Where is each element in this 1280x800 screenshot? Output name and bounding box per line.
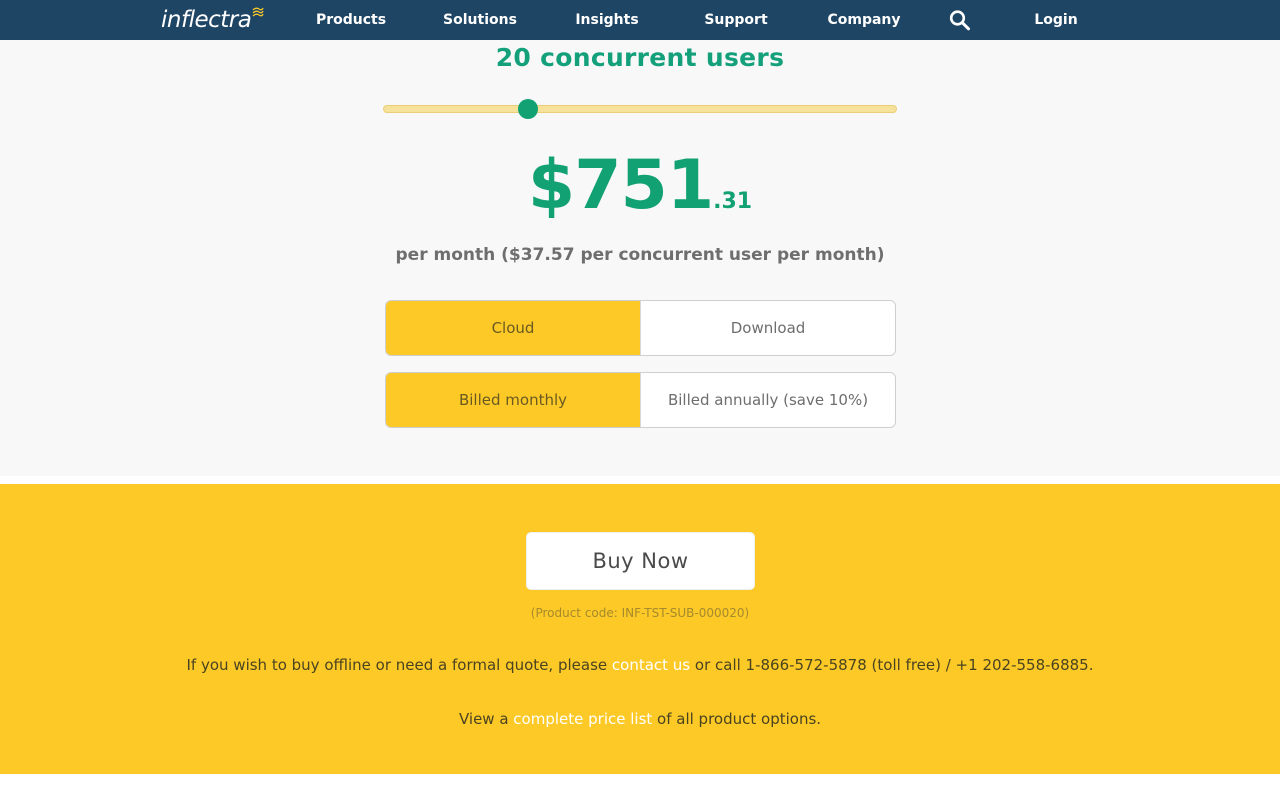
pricing-section: 20 concurrent users $751.31 per month ($… <box>0 40 1280 476</box>
price-list-text: View a complete price list of all produc… <box>0 710 1280 728</box>
price-whole: $751 <box>527 146 714 225</box>
contact-us-link[interactable]: contact us <box>612 656 690 674</box>
buy-now-button[interactable]: Buy Now <box>526 532 755 590</box>
deployment-toggle: Cloud Download <box>385 300 896 356</box>
search-icon[interactable] <box>948 9 972 31</box>
billing-toggle: Billed monthly Billed annually (save 10%… <box>385 372 896 428</box>
nav-support[interactable]: Support <box>700 0 772 40</box>
per-month-text: per month ($37.57 per concurrent user pe… <box>395 245 885 265</box>
top-navbar: inflectra Products Solutions Insights Su… <box>0 0 1280 40</box>
users-slider-thumb[interactable] <box>518 99 538 119</box>
download-option[interactable]: Download <box>640 301 895 355</box>
pricelist-prefix: View a <box>458 710 514 728</box>
complete-price-list-link[interactable]: complete price list <box>513 710 652 728</box>
price-cents: .31 <box>713 189 753 214</box>
buy-section: Buy Now (Product code: INF-TST-SUB-00002… <box>0 484 1280 774</box>
nav-company[interactable]: Company <box>824 0 904 40</box>
offline-prefix: If you wish to buy offline or need a for… <box>186 656 612 674</box>
billed-annually-option[interactable]: Billed annually (save 10%) <box>640 373 895 427</box>
users-count-heading: 20 concurrent users <box>495 43 785 72</box>
billed-monthly-option[interactable]: Billed monthly <box>386 373 640 427</box>
nav-login[interactable]: Login <box>1026 0 1086 40</box>
inflectra-logo[interactable]: inflectra <box>161 5 264 35</box>
nav-solutions[interactable]: Solutions <box>440 0 520 40</box>
offline-suffix: or call 1-866-572-5878 (toll free) / +1 … <box>690 656 1094 674</box>
nav-insights[interactable]: Insights <box>572 0 642 40</box>
offline-purchase-text: If you wish to buy offline or need a for… <box>0 656 1280 674</box>
cloud-option[interactable]: Cloud <box>386 301 640 355</box>
logo-wave-icon <box>252 7 264 17</box>
logo-text: inflectra <box>161 7 252 33</box>
users-slider-track[interactable] <box>383 105 897 113</box>
product-code: (Product code: INF-TST-SUB-000020) <box>530 606 750 620</box>
price-display: $751.31 <box>0 144 1280 228</box>
pricelist-suffix: of all product options. <box>652 710 822 728</box>
nav-products[interactable]: Products <box>312 0 390 40</box>
